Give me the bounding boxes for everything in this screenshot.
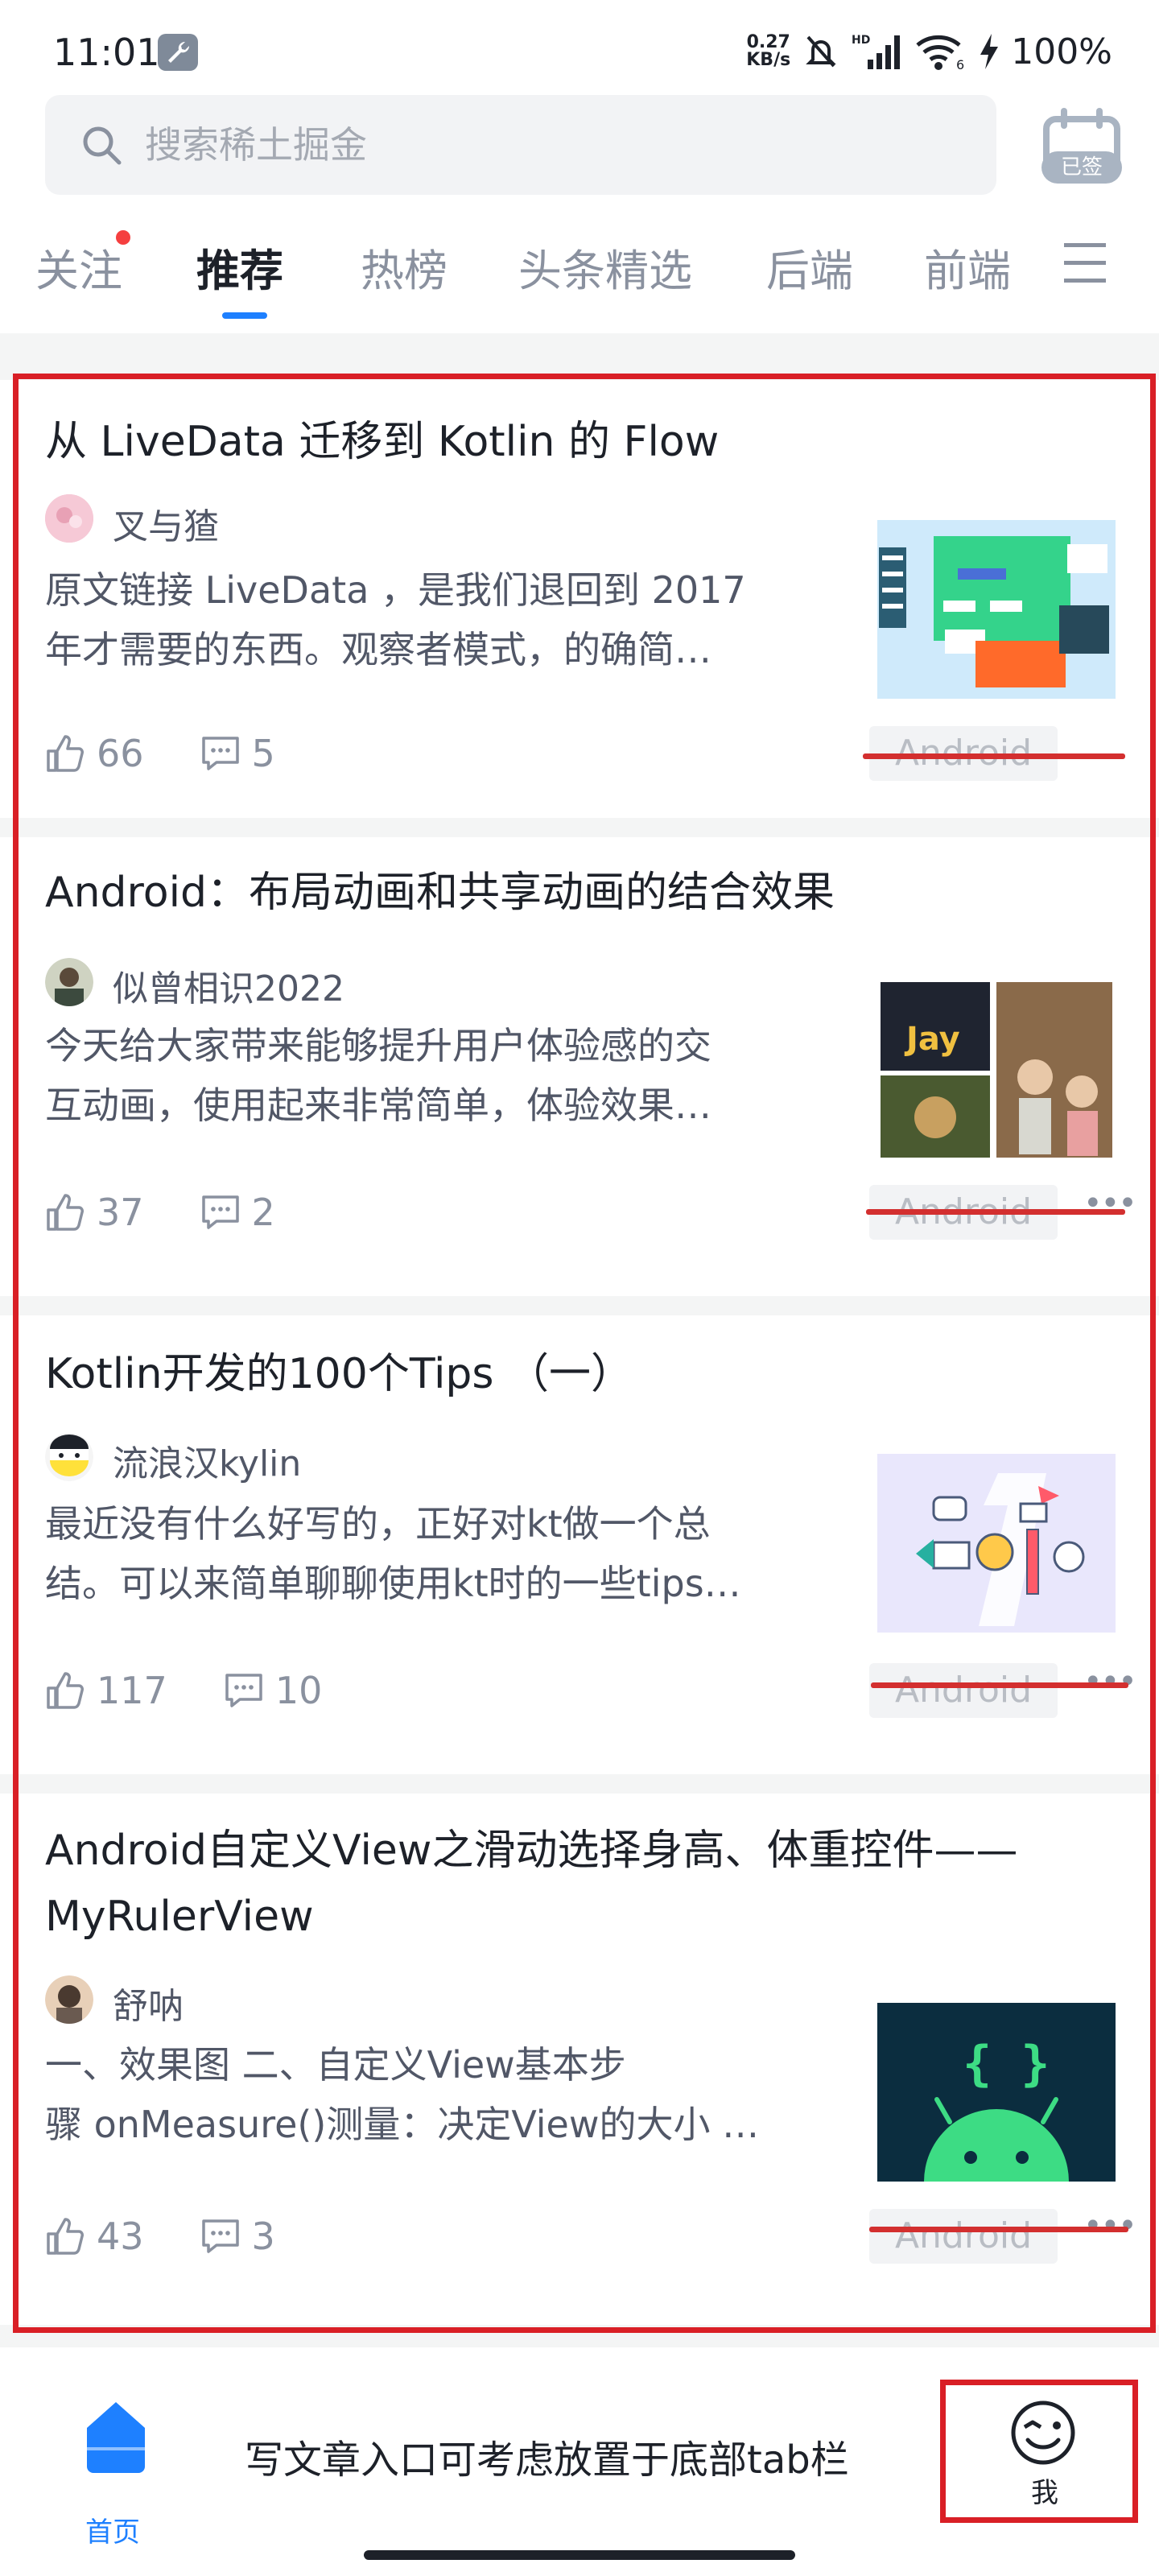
signal-icon: HD	[852, 34, 901, 69]
wrench-icon	[158, 34, 198, 71]
article-stats: 37 2	[45, 1187, 332, 1238]
charging-icon	[980, 34, 999, 69]
more-options-icon[interactable]: •••	[1083, 1663, 1137, 1700]
comment-button[interactable]: 5	[200, 732, 275, 775]
svg-text:Jay: Jay	[904, 1021, 960, 1058]
thumbs-up-icon	[47, 2218, 84, 2255]
article-summary: 原文链接 LiveData ，是我们退回到 2017 年才需要的东西。观察者模式…	[45, 568, 746, 671]
mute-bell-icon	[806, 35, 837, 68]
comment-icon	[201, 2219, 239, 2253]
thumbs-up-icon	[47, 735, 84, 772]
status-indicators: 0.27 KB/s HD 6 100%	[746, 27, 1112, 76]
avatar[interactable]	[45, 1433, 93, 1481]
checkin-button[interactable]: 已签	[1040, 108, 1124, 188]
article-title[interactable]: Android自定义View之滑动选择身高、体重控件—— MyRulerView	[45, 1818, 1091, 1950]
svg-text:HD: HD	[852, 34, 870, 47]
wifi-icon: 6	[916, 35, 964, 71]
article-title[interactable]: 从 LiveData 迁移到 Kotlin 的 Flow	[45, 409, 1091, 475]
avatar[interactable]	[45, 958, 93, 1006]
avatar[interactable]	[45, 1975, 93, 2024]
annotation-strike	[863, 753, 1125, 759]
article-thumbnail[interactable]: Jay	[877, 980, 1116, 1159]
search-input[interactable]	[145, 119, 966, 171]
active-tab-indicator	[222, 312, 267, 319]
thumbs-up-icon	[47, 1672, 84, 1709]
nav-me[interactable]: 我	[940, 2380, 1138, 2523]
like-button[interactable]: 117	[45, 1669, 167, 1712]
home-icon	[87, 2402, 145, 2473]
checkin-badge: 已签	[1041, 151, 1122, 184]
comment-icon	[225, 1674, 262, 1707]
article-thumbnail[interactable]	[877, 520, 1116, 699]
author-name[interactable]: 舒呐	[113, 1977, 184, 2029]
article-summary: 一、效果图 二、自定义View基本步 骤 onMeasure()测量：决定Vie…	[45, 2043, 760, 2146]
like-button[interactable]: 37	[45, 1191, 144, 1234]
status-bar: 11:01 0.27 KB/s HD 6 100%	[0, 0, 1159, 89]
article-card[interactable]: Android：布局动画和共享动画的结合效果 似曾相识2022 今天给大家带来能…	[0, 837, 1159, 1296]
article-summary: 今天给大家带来能够提升用户体验感的交 互动画，使用起来非常简单，体验效果…	[45, 1024, 711, 1127]
menu-icon[interactable]	[1064, 243, 1106, 285]
article-feed: 从 LiveData 迁移到 Kotlin 的 Flow 叉与猹 原文链接 Li…	[0, 351, 1159, 2347]
author-name[interactable]: 似曾相识2022	[113, 960, 344, 1011]
article-stats: 43 3	[45, 2211, 332, 2262]
net-speed: 0.27 KB/s	[746, 32, 791, 70]
comment-button[interactable]: 3	[200, 2215, 275, 2258]
article-tag[interactable]: Android	[869, 2209, 1058, 2264]
comment-icon	[201, 737, 239, 770]
article-card[interactable]: Android自定义View之滑动选择身高、体重控件—— MyRulerView…	[0, 1794, 1159, 2325]
battery-level: 100%	[1011, 31, 1112, 72]
author-name[interactable]: 叉与猹	[113, 497, 219, 549]
svg-text:6: 6	[956, 57, 964, 71]
category-tabs: 关注 推荐 热榜 头条精选 后端 前端	[0, 217, 1159, 322]
annotation-strike	[866, 1209, 1125, 1215]
tab-hot[interactable]: 热榜	[361, 235, 448, 299]
article-summary: 最近没有什么好写的，正好对kt做一个总 结。可以来简单聊聊使用kt时的一些tip…	[45, 1502, 741, 1605]
article-title[interactable]: Android：布局动画和共享动画的结合效果	[45, 860, 1091, 926]
tab-follow[interactable]: 关注	[35, 235, 122, 299]
bottom-tab-bar: 首页 写文章入口可考虑放置于底部tab栏 我	[0, 2367, 1159, 2576]
comment-button[interactable]: 2	[200, 1191, 275, 1234]
unread-dot	[116, 230, 130, 245]
annotation-note: 写文章入口可考虑放置于底部tab栏	[245, 2438, 849, 2483]
header-divider	[0, 333, 1159, 351]
like-button[interactable]: 43	[45, 2215, 144, 2258]
status-time: 11:01	[53, 31, 160, 74]
article-card[interactable]: Kotlin开发的100个Tips （一） 流浪汉kylin 最近没有什么好写的…	[0, 1315, 1159, 1774]
comment-button[interactable]: 10	[224, 1669, 322, 1712]
article-card[interactable]: 从 LiveData 迁移到 Kotlin 的 Flow 叉与猹 原文链接 Li…	[0, 380, 1159, 818]
article-tag[interactable]: Android	[869, 1663, 1058, 1718]
article-title[interactable]: Kotlin开发的100个Tips （一）	[45, 1341, 1091, 1407]
tab-headlines[interactable]: 头条精选	[518, 235, 692, 299]
search-icon	[83, 126, 122, 165]
search-bar[interactable]	[45, 95, 996, 195]
comment-icon	[201, 1195, 239, 1229]
article-thumbnail[interactable]: { }	[877, 2003, 1116, 2182]
like-button[interactable]: 66	[45, 732, 144, 775]
article-stats: 66 5	[45, 728, 332, 779]
tab-recommend[interactable]: 推荐	[196, 235, 283, 299]
article-stats: 117 10	[45, 1665, 378, 1716]
smiley-icon	[1011, 2401, 1075, 2465]
nav-me-label: 我	[1031, 2477, 1058, 2509]
avatar[interactable]	[45, 494, 93, 543]
more-options-icon[interactable]: •••	[1083, 1185, 1137, 1222]
tab-frontend[interactable]: 前端	[924, 235, 1011, 299]
annotation-strike	[871, 1682, 1128, 1688]
more-options-icon[interactable]: •••	[1083, 2207, 1137, 2244]
nav-home-label: 首页	[85, 2516, 140, 2549]
nav-home[interactable]: 首页	[80, 2396, 151, 2549]
annotation-strike	[869, 2227, 1128, 2232]
thumbs-up-icon	[47, 1194, 84, 1231]
author-name[interactable]: 流浪汉kylin	[113, 1435, 301, 1486]
article-thumbnail[interactable]	[877, 1454, 1116, 1633]
home-indicator	[364, 2550, 795, 2560]
svg-text:{ }: { }	[963, 2036, 1050, 2092]
tab-backend[interactable]: 后端	[766, 235, 853, 299]
